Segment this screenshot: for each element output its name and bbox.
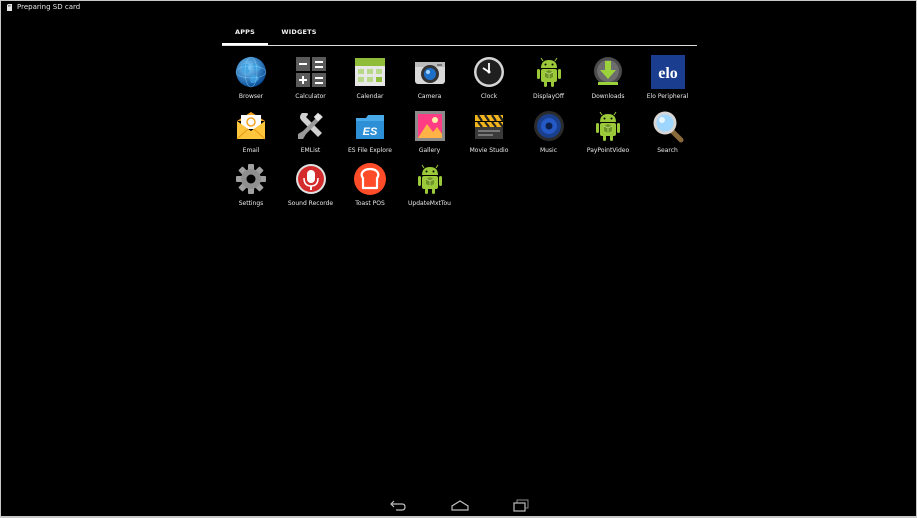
elo-logo-icon: elo [650, 55, 685, 89]
sd-card-icon [7, 4, 12, 11]
download-icon [591, 55, 625, 89]
app-es-file-explore[interactable]: ES ES File Explore [341, 107, 399, 157]
microphone-icon [294, 162, 328, 196]
app-calculator[interactable]: Calculator [282, 53, 340, 103]
tab-widgets-label: WIDGETS [281, 28, 317, 36]
app-updatemxttou[interactable]: UpdateMxtTou [401, 160, 459, 210]
app-label: Calculator [295, 93, 326, 100]
clapperboard-icon [472, 109, 506, 143]
app-label: Toast POS [355, 200, 385, 207]
magnifier-icon [651, 109, 685, 143]
app-music[interactable]: Music [520, 107, 578, 157]
status-bar: Preparing SD card [1, 1, 916, 15]
tab-apps-label: APPS [234, 28, 256, 36]
app-label: Calendar [356, 93, 384, 100]
app-label: ES File Explore [348, 146, 392, 154]
app-settings[interactable]: Settings [222, 160, 280, 210]
camera-icon [413, 55, 447, 89]
tabs-divider [222, 45, 697, 46]
launcher-screen: Preparing SD card APPS WIDGETS Browser Ca… [1, 1, 916, 516]
app-label: PayPointVideo [586, 146, 630, 154]
app-gallery[interactable]: Gallery [401, 107, 459, 157]
es-folder-icon: ES [353, 109, 387, 143]
app-label: Search [657, 146, 678, 154]
calendar-icon [353, 55, 387, 89]
app-elo-peripheral[interactable]: elo Elo Peripheral [639, 53, 697, 103]
envelope-icon [234, 109, 268, 143]
app-search[interactable]: Search [639, 107, 697, 157]
es-logo-text: ES [363, 126, 378, 138]
launcher-tabs: APPS WIDGETS [222, 21, 697, 47]
app-displayoff[interactable]: DisplayOff [520, 53, 578, 103]
toast-logo-icon [353, 162, 387, 196]
app-toast-pos[interactable]: Toast POS [341, 160, 399, 210]
app-emlist[interactable]: EMList [282, 107, 340, 157]
app-label: Camera [417, 93, 442, 100]
app-label: Movie Studio [469, 146, 509, 154]
app-browser[interactable]: Browser [222, 53, 280, 103]
status-notification-text: Preparing SD card [17, 3, 81, 11]
app-downloads[interactable]: Downloads [579, 53, 637, 103]
globe-icon [234, 55, 268, 89]
tab-apps[interactable]: APPS [222, 21, 268, 46]
clock-icon [472, 55, 506, 89]
android-icon [532, 55, 566, 89]
app-label: Settings [238, 200, 264, 207]
app-label: UpdateMxtTou [408, 200, 451, 207]
android-icon [591, 109, 625, 143]
back-icon [385, 498, 411, 512]
tab-widgets[interactable]: WIDGETS [270, 21, 328, 45]
home-button[interactable] [447, 498, 473, 512]
app-calendar[interactable]: Calendar [341, 53, 399, 103]
app-label: Downloads [591, 93, 625, 100]
app-label: EMList [300, 146, 321, 154]
tools-icon [294, 109, 328, 143]
app-label: Elo Peripheral [646, 93, 689, 100]
app-camera[interactable]: Camera [401, 53, 459, 103]
elo-logo-text: elo [658, 65, 678, 82]
app-label: Browser [238, 93, 264, 100]
app-label: DisplayOff [533, 93, 564, 100]
app-sound-recorde[interactable]: Sound Recorde [282, 160, 340, 210]
app-clock[interactable]: Clock [460, 53, 518, 103]
back-button[interactable] [385, 498, 411, 512]
gear-icon [234, 162, 268, 196]
app-label: Gallery [418, 146, 441, 154]
app-label: Clock [480, 93, 498, 100]
navigation-bar [1, 494, 916, 516]
app-movie-studio[interactable]: Movie Studio [460, 107, 518, 157]
app-email[interactable]: Email [222, 107, 280, 157]
app-paypointvideo[interactable]: PayPointVideo [579, 107, 637, 157]
android-icon [413, 162, 447, 196]
gallery-icon [413, 109, 447, 143]
speaker-icon [532, 109, 566, 143]
app-label: Sound Recorde [287, 200, 334, 207]
home-icon [447, 498, 473, 512]
calculator-icon [294, 55, 328, 89]
recents-button[interactable] [508, 498, 534, 512]
app-label: Music [539, 146, 558, 154]
recents-icon [508, 498, 534, 512]
app-label: Email [242, 146, 260, 154]
